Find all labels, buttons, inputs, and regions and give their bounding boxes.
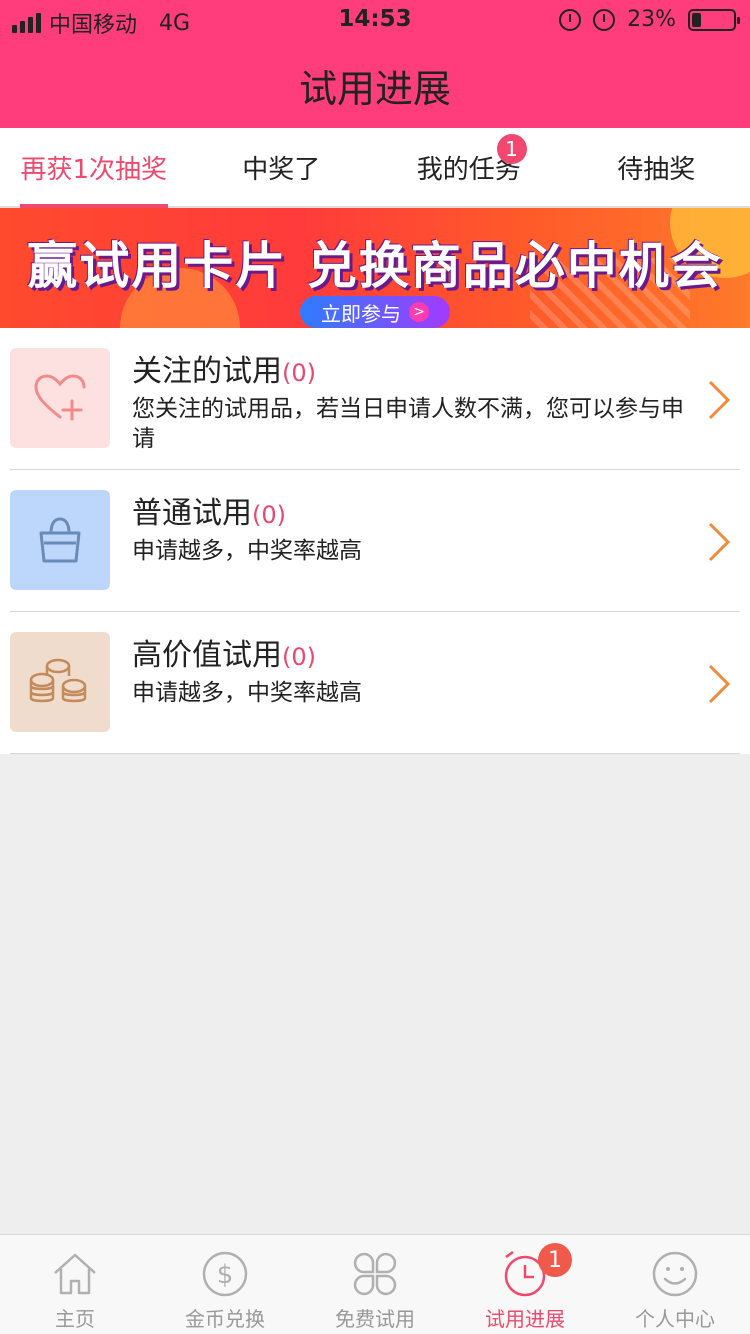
list-item-normal-trials[interactable]: 普通试用(0) 申请越多，中奖率越高	[0, 470, 750, 612]
list-item-desc: 您关注的试用品，若当日申请人数不满，您可以参与申请	[132, 396, 684, 452]
top-header: 中国移动 4G 14:53 23% 试用进展	[0, 0, 750, 128]
tab-pending-draw[interactable]: 待抽奖	[563, 128, 750, 206]
list-item-premium-trials[interactable]: 高价值试用(0) 申请越多，中奖率越高	[0, 612, 750, 754]
notification-badge: 1	[496, 134, 527, 164]
heart-plus-icon	[34, 374, 86, 421]
list-item-desc: 申请越多，中奖率越高	[132, 680, 362, 706]
tab-my-tasks[interactable]: 我的任务 1	[375, 128, 563, 206]
nav-label: 主页	[55, 1307, 95, 1331]
arrow-right-icon: >	[409, 302, 429, 322]
list-item-count: (0)	[282, 643, 316, 671]
smiley-icon	[652, 1251, 698, 1297]
promo-banner[interactable]: 赢试用卡片 兑换商品必中机会 立即参与 >	[0, 208, 750, 328]
status-bar: 中国移动 4G 14:53 23%	[0, 0, 750, 40]
home-icon	[54, 1253, 96, 1295]
nav-label: 试用进展	[485, 1307, 565, 1331]
join-now-label: 立即参与	[321, 301, 401, 326]
list-item-thumb	[10, 348, 110, 448]
nav-label: 个人中心	[635, 1307, 715, 1331]
list-item-count: (0)	[282, 359, 316, 387]
nav-coin-exchange[interactable]: $ 金币兑换	[150, 1235, 300, 1334]
nav-home[interactable]: 主页	[0, 1235, 150, 1334]
status-right: 23%	[559, 7, 740, 32]
nav-trial-progress[interactable]: 试用进展 1	[450, 1235, 600, 1334]
battery-icon	[688, 8, 740, 31]
list-item-title: 普通试用(0)	[132, 488, 286, 532]
notification-badge: 1	[538, 1243, 572, 1277]
chevron-right-icon	[708, 522, 731, 562]
page-title: 试用进展	[298, 67, 451, 111]
list-item-title: 关注的试用(0)	[132, 346, 316, 390]
banner-headline: 赢试用卡片 兑换商品必中机会	[27, 237, 723, 295]
list-item-title-text: 关注的试用	[132, 354, 282, 389]
trial-list: 关注的试用(0) 您关注的试用品，若当日申请人数不满，您可以参与申请 普通试用(…	[0, 328, 750, 754]
tab-won[interactable]: 中奖了	[188, 128, 376, 206]
chevron-right-icon	[708, 664, 731, 704]
svg-text:$: $	[217, 1260, 234, 1290]
tab-extra-draw[interactable]: 再获1次抽奖	[0, 128, 188, 208]
tab-label: 待抽奖	[617, 154, 696, 185]
tab-label: 再获1次抽奖	[20, 154, 168, 185]
alarm-icon	[593, 8, 616, 31]
nav-label: 免费试用	[335, 1307, 415, 1331]
list-item-title-text: 普通试用	[132, 496, 252, 531]
tab-bar-top: 再获1次抽奖 中奖了 我的任务 1 待抽奖	[0, 128, 750, 208]
nav-label: 金币兑换	[185, 1307, 265, 1331]
orientation-lock-icon	[559, 8, 582, 31]
nav-profile[interactable]: 个人中心	[600, 1235, 750, 1334]
coins-icon	[29, 658, 87, 703]
list-item-followed-trials[interactable]: 关注的试用(0) 您关注的试用品，若当日申请人数不满，您可以参与申请	[0, 328, 750, 470]
tab-label: 中奖了	[242, 154, 321, 185]
list-item-count: (0)	[252, 501, 286, 529]
list-item-title: 高价值试用(0)	[132, 630, 316, 674]
list-item-thumb	[10, 632, 110, 732]
list-item-desc: 申请越多，中奖率越高	[132, 538, 362, 564]
list-item-thumb	[10, 490, 110, 590]
chevron-right-icon	[708, 380, 731, 420]
list-item-title-text: 高价值试用	[132, 638, 282, 673]
dollar-coin-icon: $	[202, 1251, 248, 1297]
nav-free-trial[interactable]: 免费试用	[300, 1235, 450, 1334]
clover-icon	[353, 1252, 397, 1296]
battery-percent: 23%	[627, 7, 676, 32]
join-now-button[interactable]: 立即参与 >	[300, 296, 450, 328]
bottom-nav: 主页 $ 金币兑换 免费试用 试用进展 1 个人中心	[0, 1234, 750, 1334]
shopping-bag-icon	[39, 517, 81, 563]
